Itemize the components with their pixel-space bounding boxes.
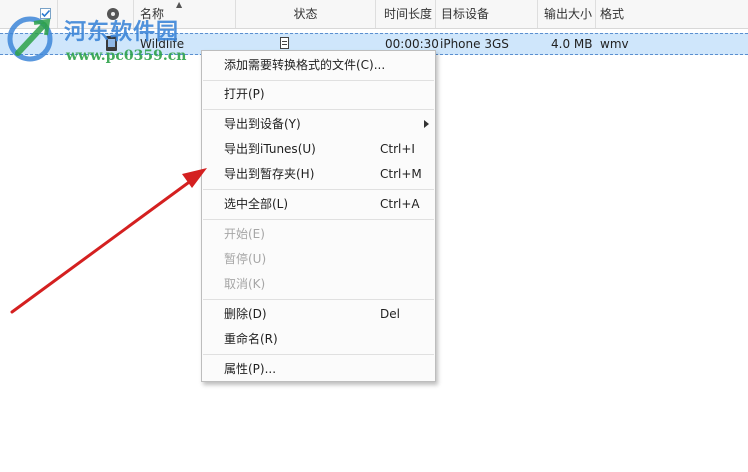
menu-item-label: 添加需要转换格式的文件(C)... [224, 58, 386, 72]
context-menu: 添加需要转换格式的文件(C)... 打开(P) 导出到设备(Y) 导出到iTun… [201, 50, 436, 382]
menu-item-export-to-staging[interactable]: 导出到暂存夹(H) Ctrl+M [202, 162, 435, 186]
menu-item-export-to-device[interactable]: 导出到设备(Y) [202, 112, 435, 136]
column-header-duration[interactable]: 时间长度 [376, 0, 436, 28]
format-header-label: 格式 [600, 7, 625, 21]
menu-item-label: 开始(E) [224, 227, 265, 241]
column-header-output-size[interactable]: 输出大小 [538, 0, 596, 28]
menu-item-label: 暂停(U) [224, 252, 267, 266]
menu-item-label: 导出到暂存夹(H) [224, 167, 315, 181]
file-format: wmv [600, 37, 629, 51]
status-document-icon [280, 37, 289, 49]
status-header-label: 状态 [293, 7, 318, 21]
watermark-logo-icon [7, 16, 53, 62]
menu-separator [203, 354, 434, 355]
menu-item-delete[interactable]: 删除(D) Del [202, 302, 435, 326]
menu-separator [203, 189, 434, 190]
column-header-status[interactable]: 状态 [236, 0, 376, 28]
menu-item-label: 删除(D) [224, 307, 267, 321]
file-target-device: iPhone 3GS [440, 37, 509, 51]
column-header-target-device[interactable]: 目标设备 [436, 0, 538, 28]
menu-item-label: 导出到iTunes(U) [224, 142, 316, 156]
menu-item-add-files[interactable]: 添加需要转换格式的文件(C)... [202, 53, 435, 77]
submenu-arrow-icon [424, 120, 429, 128]
menu-separator [203, 219, 434, 220]
watermark-url: www.pc0359.cn [66, 48, 187, 64]
menu-item-export-to-itunes[interactable]: 导出到iTunes(U) Ctrl+I [202, 137, 435, 161]
sort-ascending-icon: ▲ [176, 0, 183, 9]
menu-item-cancel: 取消(K) [202, 272, 435, 296]
menu-separator [203, 299, 434, 300]
output-size-header-label: 输出大小 [543, 7, 592, 21]
menu-item-select-all[interactable]: 选中全部(L) Ctrl+A [202, 192, 435, 216]
menu-item-label: 重命名(R) [224, 332, 278, 346]
menu-item-rename[interactable]: 重命名(R) [202, 327, 435, 351]
duration-header-label: 时间长度 [383, 7, 432, 21]
menu-item-shortcut: Ctrl+I [380, 142, 415, 156]
menu-item-label: 属性(P)... [224, 362, 277, 376]
menu-item-shortcut: Ctrl+M [380, 167, 422, 181]
column-header-format[interactable]: 格式 [596, 0, 748, 28]
menu-item-label: 选中全部(L) [224, 197, 289, 211]
menu-item-start: 开始(E) [202, 222, 435, 246]
menu-separator [203, 80, 434, 81]
file-output-size: 4.0 MB [551, 37, 593, 51]
menu-item-shortcut: Ctrl+A [380, 197, 420, 211]
menu-item-open[interactable]: 打开(P) [202, 82, 435, 106]
menu-item-label: 取消(K) [224, 277, 266, 291]
menu-separator [203, 109, 434, 110]
menu-item-properties[interactable]: 属性(P)... [202, 357, 435, 381]
menu-item-label: 打开(P) [224, 87, 265, 101]
watermark-title: 河东软件园 [64, 19, 180, 45]
menu-item-shortcut: Del [380, 307, 400, 321]
menu-item-label: 导出到设备(Y) [224, 117, 301, 131]
menu-item-pause: 暂停(U) [202, 247, 435, 271]
target-device-header-label: 目标设备 [441, 7, 490, 21]
